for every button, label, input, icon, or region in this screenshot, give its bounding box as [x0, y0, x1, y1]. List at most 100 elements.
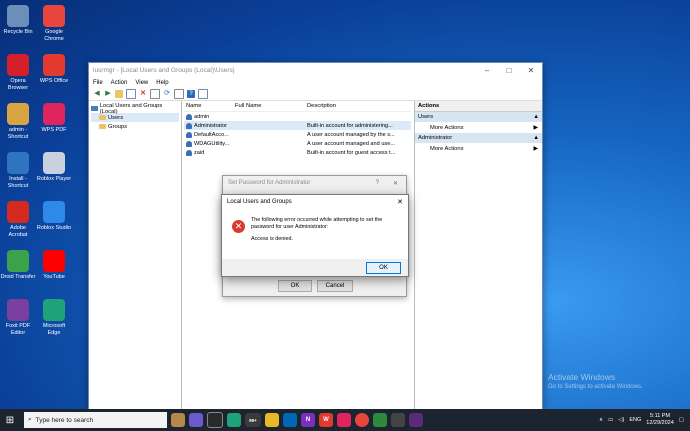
onenote-icon[interactable]: N	[301, 413, 315, 427]
table-row[interactable]: WDAGUtility... A user account managed and…	[184, 139, 411, 148]
menu-view[interactable]: View	[135, 80, 148, 86]
error-message: The following error occurred while attem…	[251, 217, 383, 230]
menu-action[interactable]: Action	[111, 80, 128, 86]
help-icon[interactable]: ?	[376, 180, 379, 187]
actions-pane: Actions Users ▲ More Actions ▶ Administr…	[414, 101, 542, 409]
notification-badge[interactable]: 99+	[245, 413, 261, 427]
weather-widget-icon[interactable]	[171, 413, 185, 427]
minimize-button[interactable]: –	[476, 66, 498, 75]
show-hidden-icons-icon[interactable]: ∧	[599, 417, 603, 423]
window-title: lusrmgr - [Local Users and Groups (Local…	[93, 67, 235, 74]
roblox-studio-icon	[43, 201, 65, 223]
clock[interactable]: 5:11 PM 12/29/2024	[646, 413, 674, 427]
user-description: Built-in account for administering...	[307, 122, 393, 129]
properties-icon[interactable]	[150, 89, 160, 99]
table-row[interactable]: zaid Built-in account for guest access t.…	[184, 148, 411, 157]
mmc-taskbar-icon[interactable]	[391, 413, 405, 427]
windows-start-icon[interactable]: ⊞	[0, 409, 20, 431]
collapse-icon[interactable]: ▲	[533, 135, 539, 141]
store-icon[interactable]	[283, 413, 297, 427]
chrome-taskbar-icon[interactable]	[355, 413, 369, 427]
menu-help[interactable]: Help	[156, 80, 168, 86]
menu-bar: File Action View Help	[89, 78, 542, 88]
set-password-titlebar[interactable]: Set Password for Administrator ? ✕	[223, 176, 406, 190]
menu-file[interactable]: File	[93, 80, 103, 86]
copilot-icon[interactable]	[189, 413, 203, 427]
collapse-icon[interactable]: ▲	[533, 114, 539, 120]
column-name[interactable]: Name	[184, 103, 235, 109]
tree-root[interactable]: Local Users and Groups (Local)	[91, 103, 179, 115]
desktop-icon-edge[interactable]: Microsoft Edge	[36, 299, 72, 336]
desktop-icon-label: Roblox Player	[36, 176, 72, 182]
wps-office-icon	[43, 54, 65, 76]
actions-section-users[interactable]: Users ▲	[415, 112, 542, 122]
search-icon: ⌕	[28, 416, 32, 423]
desktop-icon-label: Opera Browser	[7, 78, 29, 91]
close-icon[interactable]: ✕	[397, 198, 408, 206]
error-ok-button[interactable]: OK	[366, 262, 401, 274]
show-hide-tree-icon[interactable]	[126, 89, 136, 99]
error-dialog-titlebar[interactable]: Local Users and Groups ✕	[222, 195, 408, 209]
notifications-icon[interactable]: ▢	[679, 417, 684, 423]
desktop-icon-opera[interactable]: Opera Browser	[0, 54, 36, 91]
computer-icon	[91, 106, 98, 111]
close-button[interactable]: ✕	[520, 66, 542, 75]
actions-section-administrator[interactable]: Administrator ▲	[415, 133, 542, 143]
close-icon[interactable]: ✕	[393, 180, 398, 187]
window-titlebar[interactable]: lusrmgr - [Local Users and Groups (Local…	[89, 63, 542, 78]
chevron-right-icon: ▶	[533, 124, 538, 131]
table-row[interactable]: admin	[184, 112, 411, 121]
user-name: zaid	[194, 149, 205, 156]
roblox-icon	[43, 152, 65, 174]
taskbar-search-box[interactable]: ⌕ Type here to search	[24, 412, 167, 428]
edge-taskbar-icon[interactable]	[227, 413, 241, 427]
error-detail: Access is denied.	[251, 236, 293, 242]
back-icon[interactable]: ◀	[93, 90, 101, 98]
desktop-icon-recycle-bin[interactable]: Recycle Bin	[0, 5, 36, 36]
desktop-icon-folder-shortcut[interactable]: admin - Shortcut	[0, 103, 36, 140]
help-icon[interactable]: ?	[187, 90, 195, 98]
set-password-ok-button[interactable]: OK	[278, 280, 312, 292]
desktop-icon-chrome[interactable]: Google Chrome	[36, 5, 72, 42]
desktop-icon-wps-office[interactable]: WPS Office	[36, 54, 72, 85]
foxit-icon	[7, 299, 29, 321]
refresh-icon[interactable]: ⟳	[163, 90, 171, 98]
activation-watermark: Activate Windows Go to Settings to activ…	[548, 372, 643, 390]
console-tree: Local Users and Groups (Local) Users Gro…	[89, 101, 182, 409]
desktop-icon-label: YouTube	[43, 274, 65, 280]
up-folder-icon[interactable]	[115, 90, 123, 98]
wps-taskbar-icon[interactable]: W	[319, 413, 333, 427]
forward-icon[interactable]: ▶	[104, 90, 112, 98]
desktop-icon-install-shortcut[interactable]: Install - Shortcut	[0, 152, 36, 189]
app-taskbar-icon[interactable]	[373, 413, 387, 427]
column-description[interactable]: Description	[307, 103, 411, 109]
desktop-icon-foxit[interactable]: Foxit PDF Editor	[0, 299, 36, 336]
language-indicator[interactable]: ENG	[629, 417, 641, 423]
network-icon[interactable]: ▭	[608, 417, 613, 423]
table-row[interactable]: DefaultAcco... A user account managed by …	[184, 130, 411, 139]
lusrmgr-taskbar-icon[interactable]	[409, 413, 423, 427]
delete-icon[interactable]: ✕	[139, 90, 147, 98]
tree-groups[interactable]: Groups	[91, 122, 179, 131]
wps-pdf-taskbar-icon[interactable]	[337, 413, 351, 427]
desktop-icon-label: Google Chrome	[44, 29, 64, 42]
show-action-pane-icon[interactable]	[198, 89, 208, 99]
desktop-icon-roblox-studio[interactable]: Roblox Studio	[36, 201, 72, 232]
desktop-icon-roblox[interactable]: Roblox Player	[36, 152, 72, 183]
task-view-icon[interactable]	[207, 412, 223, 428]
desktop-icon-acrobat[interactable]: Adobe Acrobat	[0, 201, 36, 238]
set-password-cancel-button[interactable]: Cancel	[317, 280, 353, 292]
desktop-icon-youtube[interactable]: YouTube	[36, 250, 72, 281]
column-full-name[interactable]: Full Name	[235, 103, 307, 109]
file-explorer-icon[interactable]	[265, 413, 279, 427]
desktop-icon-wps-pdf[interactable]: WPS PDF	[36, 103, 72, 134]
volume-icon[interactable]: ◁)	[618, 417, 624, 423]
desktop-icon-droid-transfer[interactable]: Droid Transfer	[0, 250, 36, 281]
export-list-icon[interactable]	[174, 89, 184, 99]
folder-icon	[99, 115, 106, 120]
table-row[interactable]: Administrator Built-in account for admini…	[184, 121, 411, 130]
action-more-actions-administrator[interactable]: More Actions ▶	[415, 143, 542, 154]
desktop-icon-label: admin - Shortcut	[7, 127, 29, 140]
maximize-button[interactable]: □	[498, 66, 520, 75]
action-more-actions-users[interactable]: More Actions ▶	[415, 122, 542, 133]
